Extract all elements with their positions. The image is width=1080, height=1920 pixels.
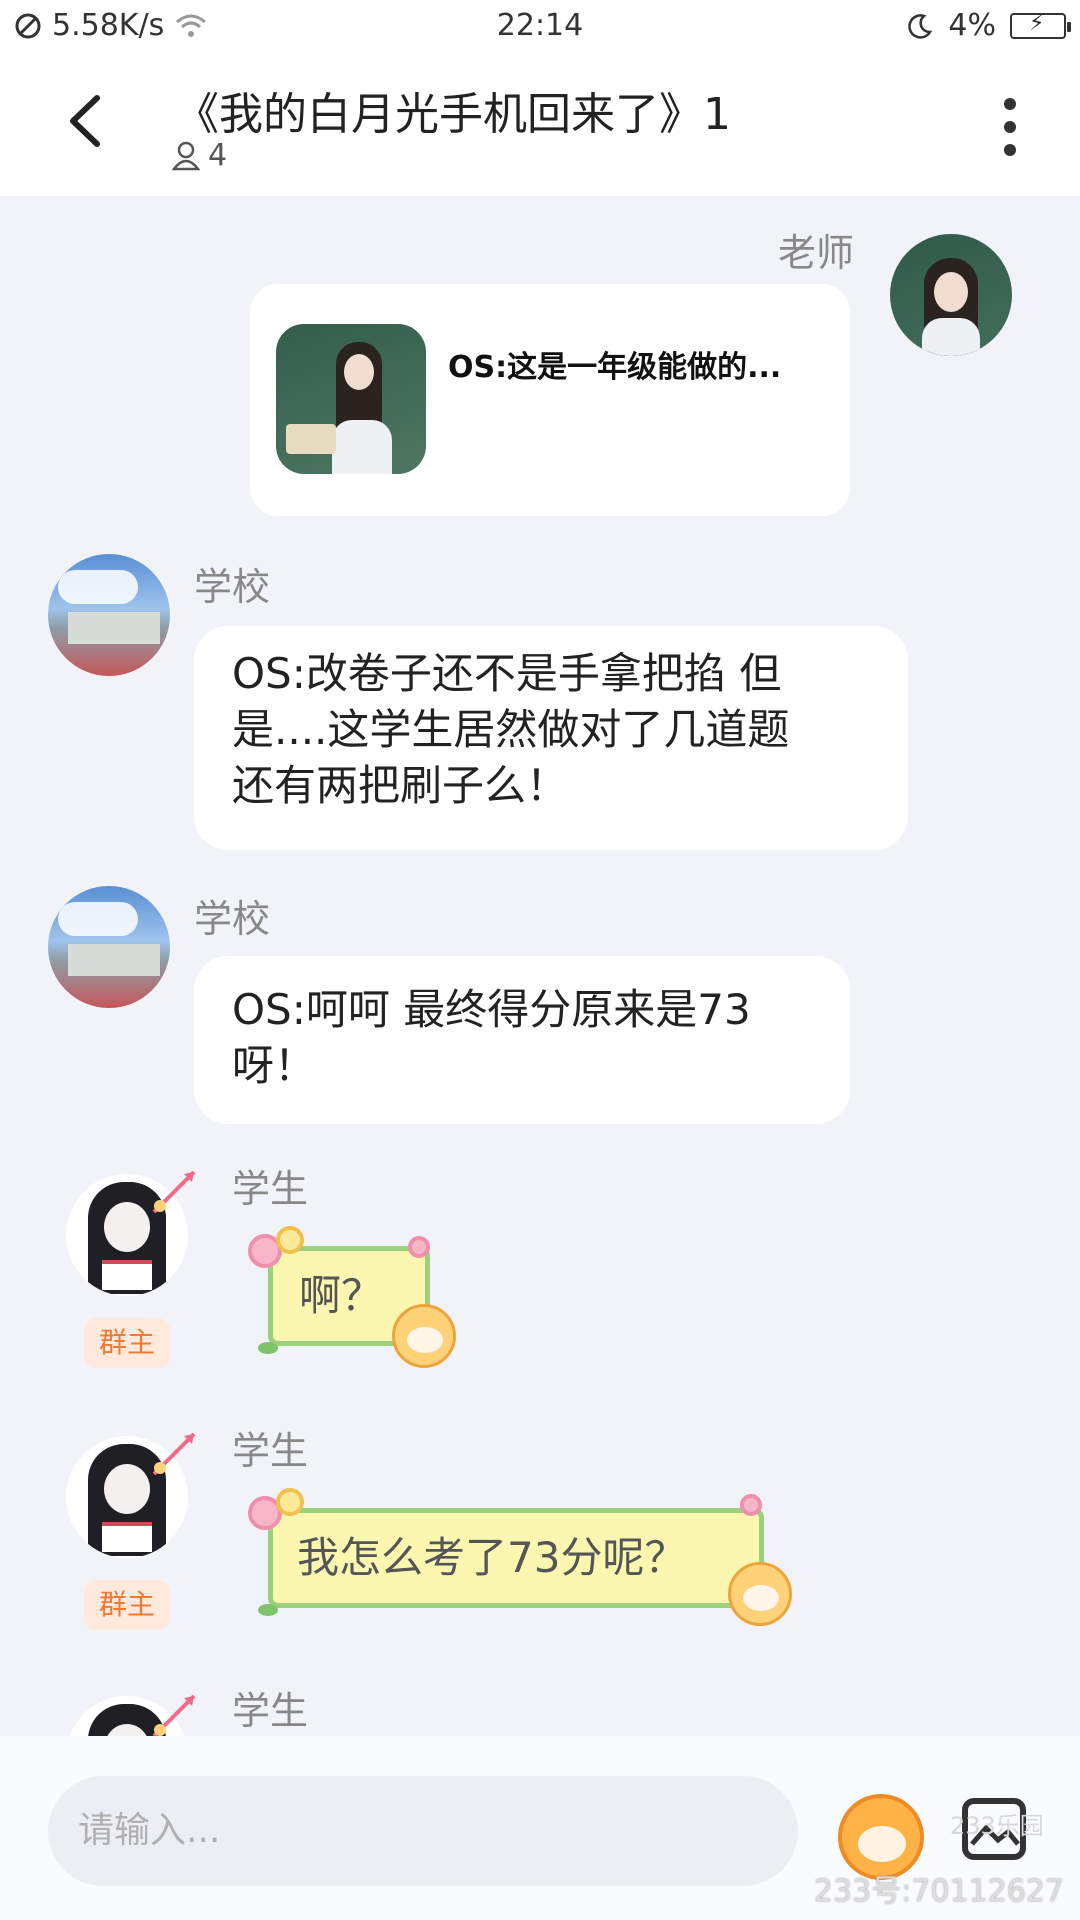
sender-name: 老师	[778, 231, 855, 275]
status-right: 4% ⚡	[906, 8, 1071, 43]
message-line: 呀！	[232, 1041, 317, 1090]
cupid-arrow-icon	[150, 1690, 200, 1736]
sender-name: 学生	[232, 1689, 309, 1733]
message-line: 是....这学生居然做对了几道题	[232, 705, 790, 754]
status-bar: 5.58K/s 22:14 4% ⚡	[0, 0, 1080, 56]
dot-icon	[1004, 121, 1016, 133]
sender-name: 学生	[232, 1167, 309, 1211]
avatar-school[interactable]	[48, 554, 170, 676]
owner-badge: 群主	[84, 1318, 170, 1368]
moon-icon	[908, 13, 933, 39]
text-message[interactable]: OS:呵呵 最终得分原来是73 呀！	[194, 956, 850, 1124]
chat-header: 《我的白月光手机回来了》1 4	[0, 56, 1080, 196]
group-title: 《我的白月光手机回来了》1	[175, 89, 731, 140]
cupid-arrow-icon	[150, 1428, 200, 1478]
flower-icon	[740, 1494, 762, 1516]
message-list[interactable]: 老师 OS:这是一年级能做的... 学校 OS:改卷子还不是手拿把掐 但 是..…	[0, 196, 1080, 1736]
watermark-id: 233号:70112627	[813, 1874, 1064, 1909]
flower-icon	[408, 1236, 430, 1258]
battery-percent: 4%	[948, 8, 996, 43]
dot-icon	[1004, 144, 1016, 156]
avatar-school[interactable]	[48, 886, 170, 1008]
message-input[interactable]: 请输入...	[48, 1776, 798, 1886]
sender-name: 学校	[194, 565, 271, 609]
member-count[interactable]: 4	[172, 138, 227, 173]
leaf-icon	[258, 1342, 278, 1354]
sticker-message[interactable]: 我怎么考了73分呢？	[268, 1508, 764, 1608]
member-count-value: 4	[208, 138, 228, 173]
owner-badge: 群主	[84, 1580, 170, 1630]
leaf-icon	[258, 1604, 278, 1616]
sender-name: 学生	[232, 1429, 309, 1473]
text-message[interactable]: OS:改卷子还不是手拿把掐 但 是....这学生居然做对了几道题 还有两把刷子么…	[194, 626, 908, 850]
message-line: OS:改卷子还不是手拿把掐 但	[232, 649, 782, 698]
message-line: 还有两把刷子么！	[232, 761, 569, 810]
message-line: OS:呵呵 最终得分原来是73	[232, 985, 751, 1034]
mascot-icon	[728, 1562, 792, 1626]
dot-icon	[1004, 98, 1016, 110]
flower-icon	[276, 1226, 304, 1254]
back-button[interactable]	[50, 86, 120, 156]
card-message[interactable]: OS:这是一年级能做的...	[250, 284, 850, 516]
flower-icon	[276, 1488, 304, 1516]
card-thumbnail	[276, 324, 426, 474]
card-text: OS:这是一年级能做的...	[448, 350, 782, 385]
mascot-icon	[392, 1304, 456, 1368]
chevron-left-icon	[70, 95, 100, 147]
avatar-teacher[interactable]	[890, 234, 1012, 356]
battery-icon: ⚡	[1010, 11, 1071, 39]
message-text: 啊？	[299, 1271, 384, 1320]
sender-name: 学校	[194, 897, 271, 941]
cupid-arrow-icon	[150, 1166, 200, 1216]
more-options-button[interactable]	[980, 92, 1040, 162]
message-text: 我怎么考了73分呢？	[297, 1533, 687, 1582]
person-icon	[172, 141, 200, 170]
input-bar: 请输入... 233乐园 233号:70112627	[0, 1736, 1080, 1920]
watermark-logo: 233乐园	[950, 1812, 1044, 1840]
